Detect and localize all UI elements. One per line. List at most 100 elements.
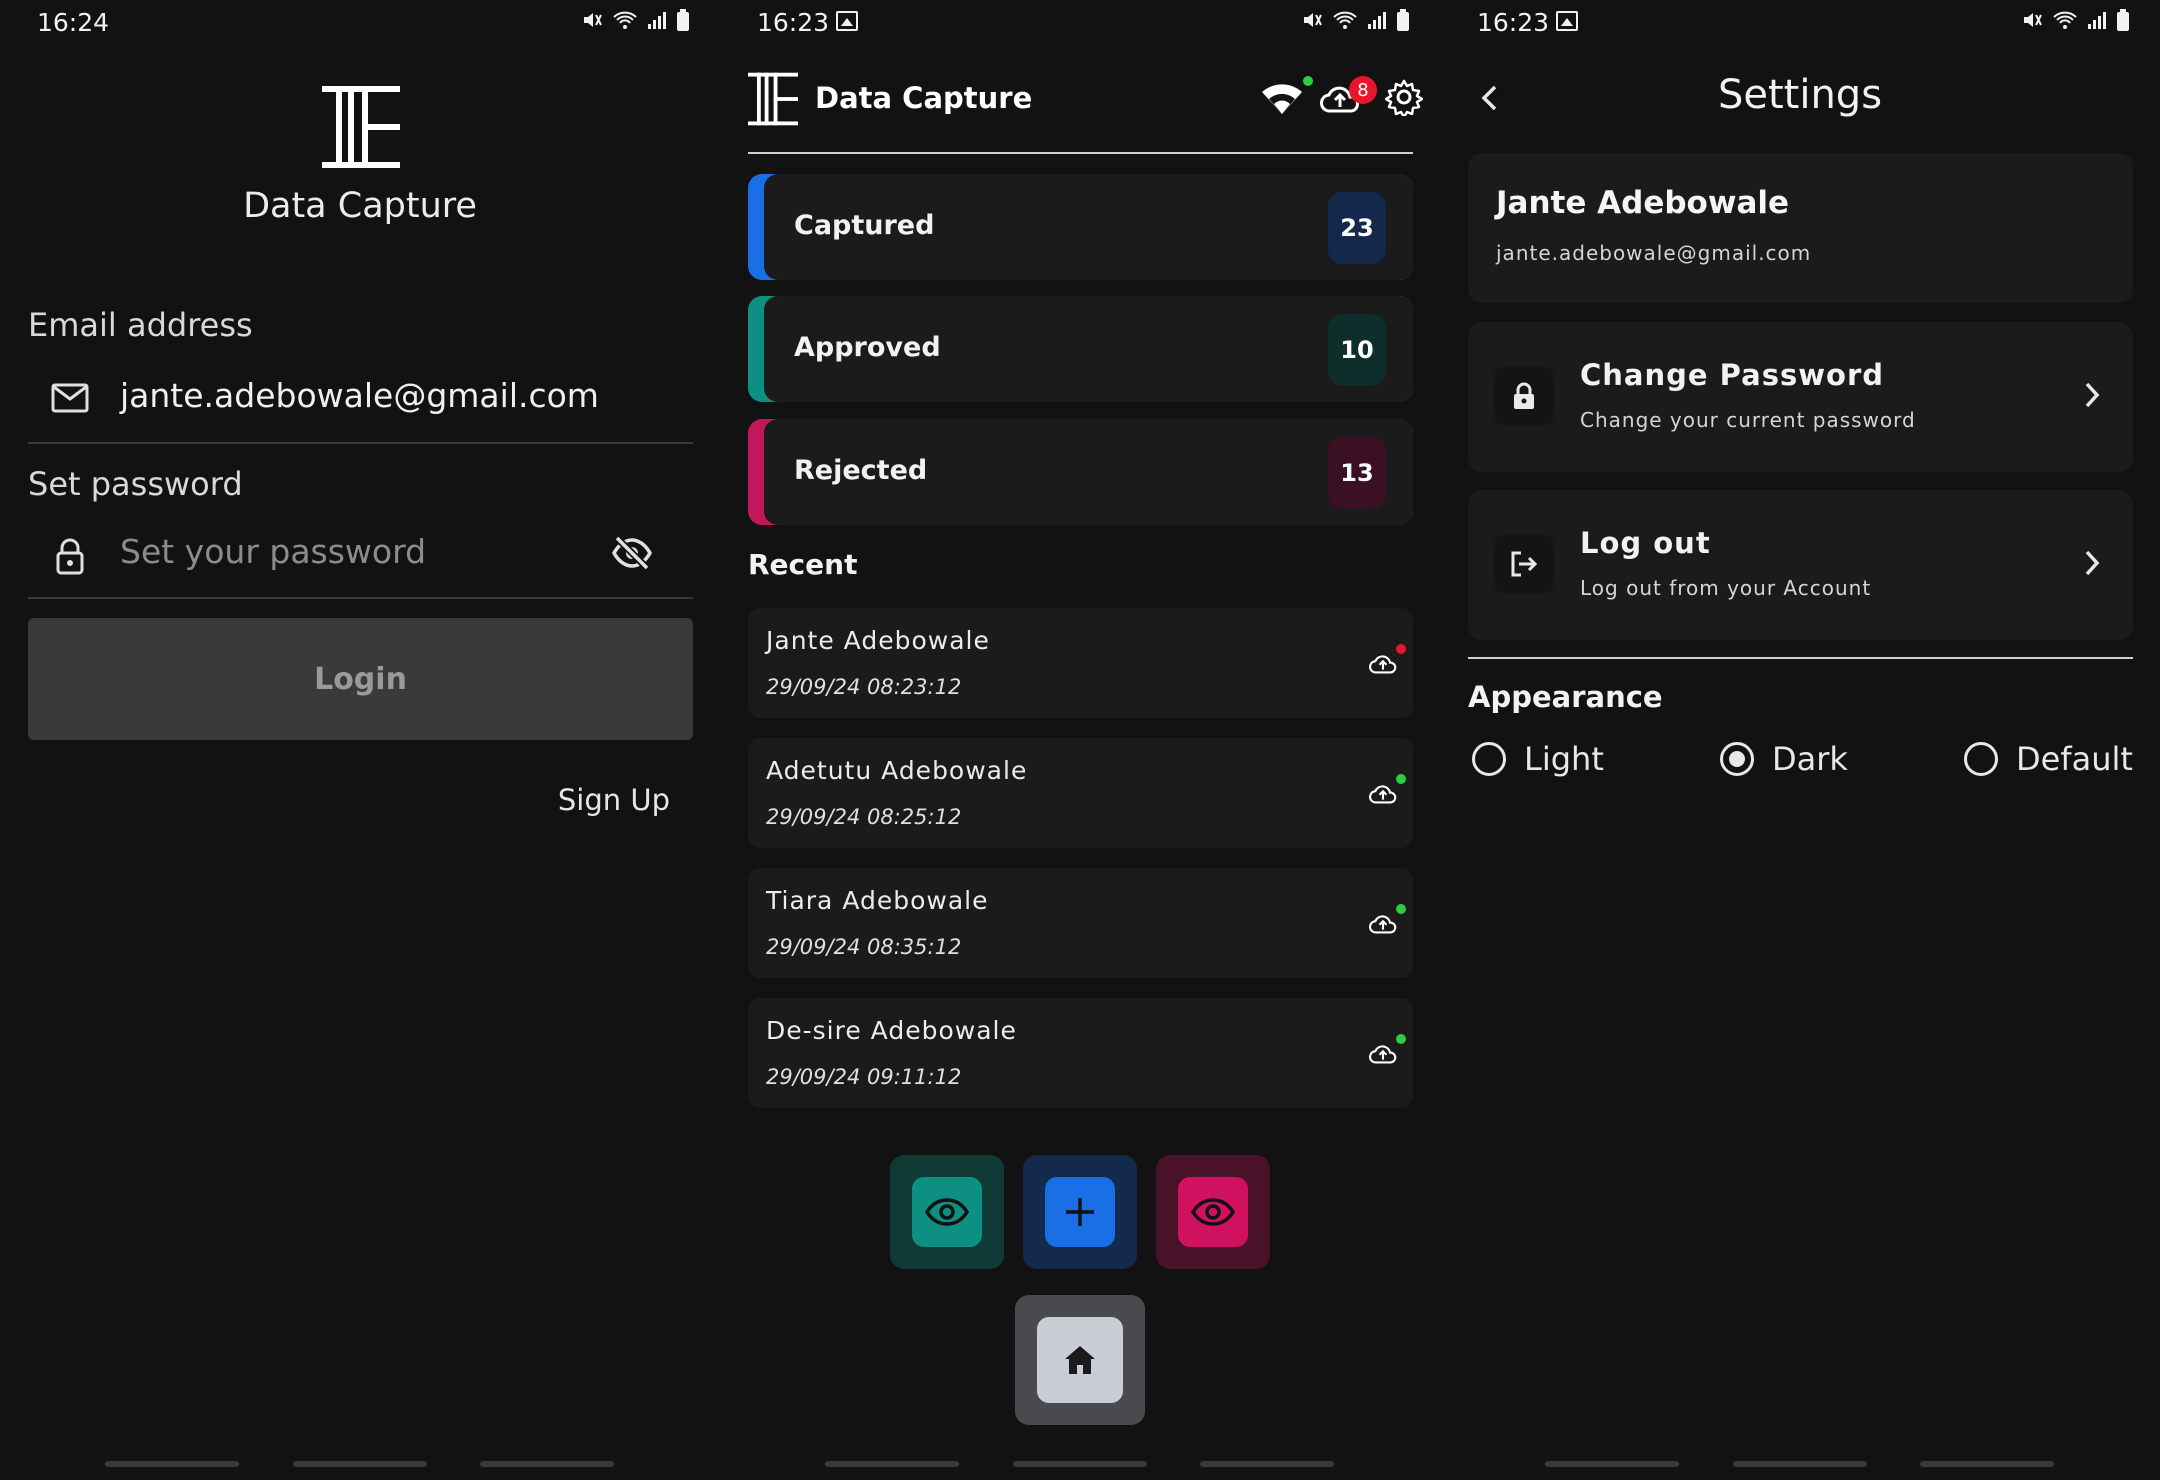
appearance-heading: Appearance <box>1468 680 1663 714</box>
mute-icon <box>584 13 602 27</box>
password-placeholder: Set your password <box>120 532 427 571</box>
mail-icon <box>51 383 89 413</box>
status-bar: 16:24 <box>0 0 720 44</box>
option-subtitle: Change your current password <box>1580 408 1916 432</box>
gesture-bar <box>1440 1461 2160 1467</box>
battery-icon <box>2117 9 2129 31</box>
password-label: Set password <box>28 465 243 503</box>
recent-item[interactable]: Tiara Adebowale 29/09/24 08:35:12 <box>748 868 1413 978</box>
change-password-option[interactable]: Change Password Change your current pass… <box>1468 322 2133 472</box>
eye-icon <box>1191 1198 1235 1226</box>
plus-icon <box>1066 1198 1094 1226</box>
recent-item[interactable]: De-sire Adebowale 29/09/24 09:11:12 <box>748 998 1413 1108</box>
settings-gear-icon[interactable] <box>1385 78 1423 116</box>
option-icon-box <box>1494 534 1554 594</box>
sign-up-link[interactable]: Sign Up <box>558 783 670 817</box>
wifi-status-icon <box>2053 11 2077 29</box>
status-bar: 16:23 <box>720 0 1440 44</box>
stat-card-approved[interactable]: Approved 10 <box>748 296 1413 402</box>
radio-label: Dark <box>1772 740 1848 778</box>
radio-label: Light <box>1524 740 1604 778</box>
recent-time: 29/09/24 08:25:12 <box>766 805 962 829</box>
home-icon <box>1065 1346 1095 1374</box>
recent-name: Jante Adebowale <box>766 626 990 655</box>
signal-icon <box>2088 12 2106 29</box>
cloud-upload-icon[interactable] <box>1369 653 1397 675</box>
user-email: jante.adebowale@gmail.com <box>1496 241 1812 265</box>
cloud-upload-icon[interactable] <box>1369 783 1397 805</box>
password-underline <box>28 597 693 599</box>
recent-heading: Recent <box>748 548 858 581</box>
home-inner <box>1037 1317 1123 1403</box>
email-underline <box>28 442 693 444</box>
recent-time: 29/09/24 09:11:12 <box>766 1065 962 1089</box>
add-capture-button[interactable] <box>1023 1155 1137 1269</box>
stat-label: Rejected <box>794 455 928 486</box>
sync-status-dot <box>1396 774 1406 784</box>
recent-name: Tiara Adebowale <box>766 886 989 915</box>
stat-card-rejected[interactable]: Rejected 13 <box>748 419 1413 525</box>
app-name: Data Capture <box>815 81 1033 115</box>
connection-wifi-icon[interactable] <box>1260 80 1304 116</box>
radio-circle <box>1964 742 1998 776</box>
login-screen: 16:24 Data Capture Email address jante.a… <box>0 0 720 1480</box>
signal-icon <box>648 12 666 29</box>
option-title: Change Password <box>1580 358 1885 392</box>
cloud-upload-icon[interactable] <box>1369 913 1397 935</box>
wifi-status-icon <box>613 11 637 29</box>
log-out-option[interactable]: Log out Log out from your Account <box>1468 490 2133 640</box>
settings-screen: 16:23 Settings Jante Adebowale jante.ade… <box>1440 0 2160 1480</box>
cloud-upload-icon[interactable] <box>1369 1043 1397 1065</box>
option-title: Log out <box>1580 526 1711 560</box>
stat-card-captured[interactable]: Captured 23 <box>748 174 1413 280</box>
gesture-bar <box>0 1461 720 1467</box>
mute-icon <box>1304 13 1322 27</box>
system-icons <box>1301 9 1410 31</box>
recent-item[interactable]: Adetutu Adebowale 29/09/24 08:25:12 <box>748 738 1413 848</box>
radio-label: Default <box>2016 740 2133 778</box>
view-approved-button[interactable] <box>890 1155 1004 1269</box>
sync-status-dot <box>1396 644 1406 654</box>
stat-count: 23 <box>1328 192 1386 264</box>
profile-card: Jante Adebowale jante.adebowale@gmail.co… <box>1468 153 2133 303</box>
system-icons <box>581 9 690 31</box>
eye-icon <box>925 1198 969 1226</box>
radio-circle <box>1472 742 1506 776</box>
stat-count: 13 <box>1328 437 1386 509</box>
home-button[interactable] <box>1015 1295 1145 1425</box>
app-name: Data Capture <box>243 186 477 226</box>
sync-status-dot <box>1396 904 1406 914</box>
recent-name: De-sire Adebowale <box>766 1016 1017 1045</box>
email-field[interactable]: jante.adebowale@gmail.com <box>28 358 693 438</box>
dashboard-screen: 16:23 Data Capture 8 Captured 23 Approve… <box>720 0 1440 1480</box>
gallery-notification-icon <box>1556 11 1578 31</box>
action-inner <box>912 1177 982 1247</box>
gallery-notification-icon <box>836 11 858 31</box>
stat-label: Captured <box>794 210 935 241</box>
recent-time: 29/09/24 08:23:12 <box>766 675 962 699</box>
login-button[interactable]: Login <box>28 618 693 740</box>
connection-status-dot <box>1303 76 1313 86</box>
app-logo <box>748 72 798 126</box>
stat-count: 10 <box>1328 314 1386 386</box>
lock-icon <box>1514 382 1534 409</box>
option-icon-box <box>1494 366 1554 426</box>
eye-off-icon[interactable] <box>611 534 653 572</box>
battery-icon <box>1397 9 1409 31</box>
signal-icon <box>1368 12 1386 29</box>
theme-radio-dark[interactable]: Dark <box>1720 740 1848 778</box>
chevron-right-icon <box>2085 550 2100 576</box>
email-value: jante.adebowale@gmail.com <box>120 376 599 415</box>
status-time: 16:24 <box>37 8 110 37</box>
mute-icon <box>2024 13 2042 27</box>
chevron-right-icon <box>2085 382 2100 408</box>
lock-icon <box>56 538 84 575</box>
theme-radio-default[interactable]: Default <box>1964 740 2133 778</box>
app-logo <box>322 86 400 168</box>
theme-radio-light[interactable]: Light <box>1472 740 1604 778</box>
recent-item[interactable]: Jante Adebowale 29/09/24 08:23:12 <box>748 608 1413 718</box>
view-rejected-button[interactable] <box>1156 1155 1270 1269</box>
stat-label: Approved <box>794 332 941 363</box>
divider <box>1468 657 2133 659</box>
password-field[interactable]: Set your password <box>28 514 693 594</box>
